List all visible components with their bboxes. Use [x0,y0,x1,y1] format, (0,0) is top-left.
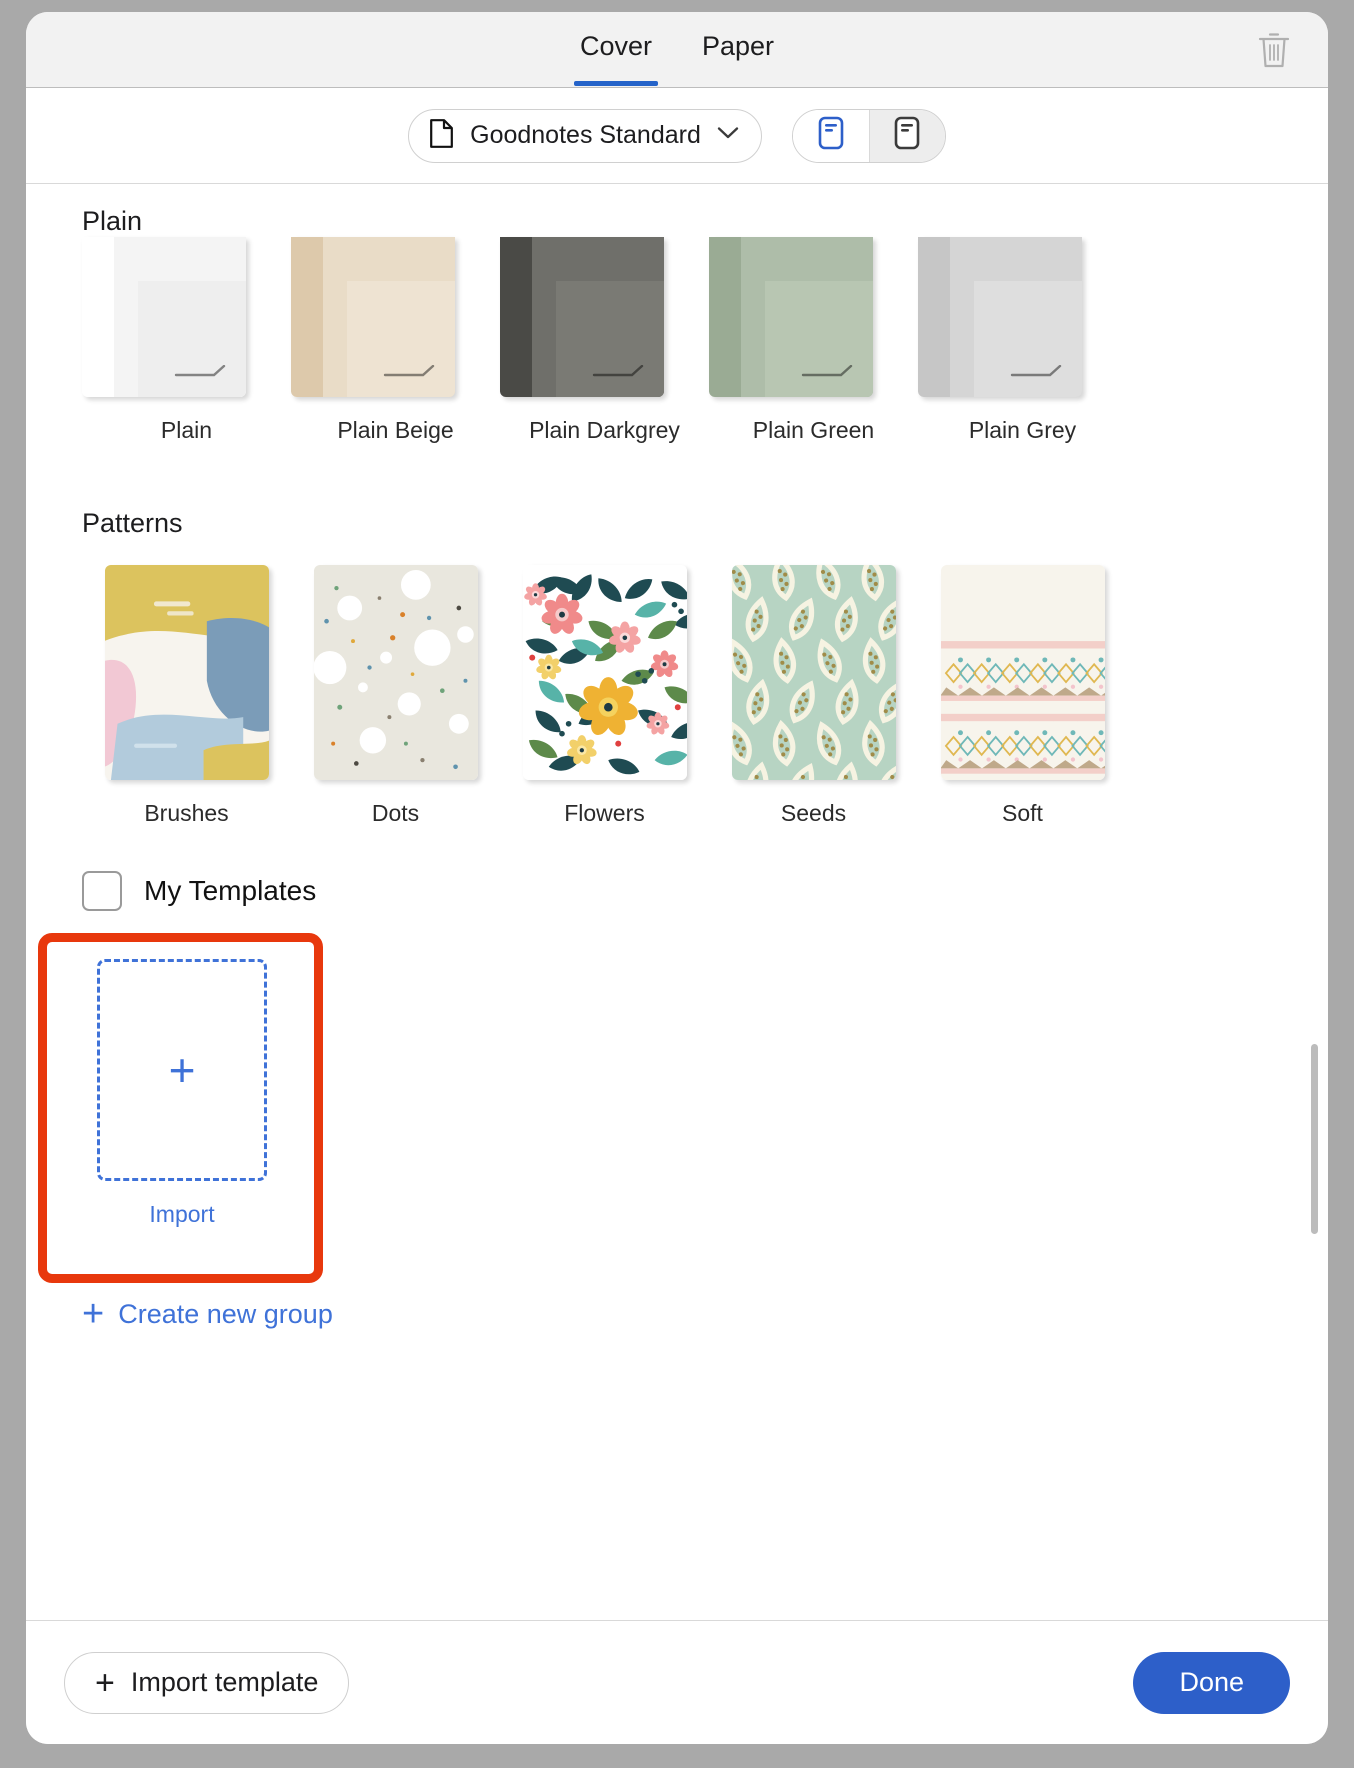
pen-mark-icon [592,365,644,377]
vertical-scrollbar[interactable] [1311,1044,1318,1234]
landscape-page-icon [894,116,920,155]
import-template-button[interactable]: + Import template [64,1651,350,1714]
my-templates-label: My Templates [144,875,317,906]
cover-thumbnail[interactable] [82,237,246,397]
tab-cover[interactable]: Cover [572,30,660,86]
chevron-down-icon [717,126,739,145]
cover-option[interactable]: Plain [82,237,291,444]
cover-option[interactable]: Plain Darkgrey [500,237,709,444]
plus-icon: + [82,1293,105,1335]
cover-label: Plain Beige [337,417,454,443]
orientation-toggle [791,108,946,163]
portrait-page-icon [818,116,844,155]
patterns-cover-grid: Brushes Dots Flowers Seeds Soft [26,565,1328,827]
cover-thumbnail[interactable] [940,565,1105,780]
plus-icon: + [95,1663,115,1702]
cover-thumbnail[interactable] [522,565,687,780]
orientation-portrait-button[interactable] [792,109,869,162]
cover-option[interactable]: Flowers [500,565,709,827]
document-icon [429,118,454,154]
cover-option[interactable]: Seeds [709,565,918,827]
pattern-artwork [731,565,896,780]
section-title-patterns: Patterns [82,508,183,538]
template-picker-dropdown[interactable]: Goodnotes Standard [408,108,762,163]
dialog-footer: + Import template Done [26,1620,1328,1744]
cover-label: Seeds [780,800,847,826]
cover-label: Plain Darkgrey [529,417,680,443]
cover-label: Soft [1002,800,1043,826]
cover-label: Flowers [564,800,645,826]
cover-option[interactable]: Plain Grey [918,237,1127,444]
trash-icon[interactable] [1250,26,1298,74]
cover-thumbnail[interactable] [104,565,269,780]
pattern-artwork [104,565,269,780]
cover-label: Dots [371,800,420,826]
orientation-landscape-button[interactable] [868,109,945,162]
cover-label: Plain Green [752,417,875,443]
cover-template-dialog: Cover Paper Goodnotes Standard Plain Pla… [26,12,1328,1744]
plain-cover-grid: Plain Plain Beige Plain Darkgrey Plain Gree… [26,237,1328,444]
template-picker-value: Goodnotes Standard [470,121,701,149]
cover-option[interactable]: Brushes [82,565,291,827]
pattern-artwork [522,565,687,780]
cover-option[interactable]: Dots [291,565,500,827]
my-templates-row: My Templates [26,871,1328,911]
tab-bar: Cover Paper [26,12,1328,87]
import-dropzone[interactable]: + [97,959,267,1181]
template-scroll-area[interactable]: Plain Plain Plain Beige Plain Darkgrey Plai… [26,184,1328,1620]
import-label: Import [149,1201,215,1227]
pattern-artwork [940,565,1105,780]
cover-label: Brushes [144,800,229,826]
cover-option[interactable]: Plain Green [709,237,918,444]
cover-option[interactable]: Soft [918,565,1127,827]
create-new-group-label: Create new group [118,1298,333,1329]
import-template-cell: + Import [82,959,282,1228]
import-template-label: Import template [130,1667,319,1697]
cover-thumbnail[interactable] [313,565,478,780]
pen-mark-icon [801,365,853,377]
my-templates-checkbox[interactable] [82,871,122,911]
cover-thumbnail[interactable] [918,237,1082,397]
plus-icon: + [168,1044,196,1096]
pen-mark-icon [1010,365,1062,377]
pen-mark-icon [383,365,435,377]
cover-thumbnail[interactable] [291,237,455,397]
cover-thumbnail[interactable] [709,237,873,397]
template-toolbar: Goodnotes Standard [26,88,1328,184]
pattern-artwork [313,565,478,780]
done-button[interactable]: Done [1133,1651,1290,1714]
cover-label: Plain [160,417,213,443]
import-highlight-wrapper: + Import [38,933,323,1283]
cover-option[interactable]: Plain Beige [291,237,500,444]
tab-paper[interactable]: Paper [694,30,782,86]
create-new-group-button[interactable]: + Create new group [26,1295,1328,1333]
cover-thumbnail[interactable] [500,237,664,397]
cover-thumbnail[interactable] [731,565,896,780]
section-title-plain: Plain [82,206,143,236]
cover-label: Plain Grey [968,417,1077,443]
pen-mark-icon [174,365,226,377]
dialog-header: Cover Paper [26,12,1328,88]
